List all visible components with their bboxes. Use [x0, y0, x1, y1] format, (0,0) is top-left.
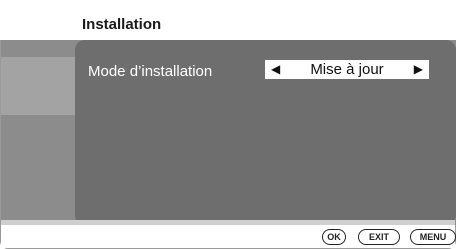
- page-title: Installation: [82, 16, 162, 33]
- header: Installation: [0, 0, 456, 40]
- exit-button[interactable]: EXIT: [358, 229, 400, 245]
- menu-button[interactable]: MENU: [410, 229, 456, 245]
- right-arrow-icon[interactable]: ▶: [414, 60, 423, 79]
- installation-mode-value: Mise à jour: [310, 61, 384, 78]
- installation-mode-label: Mode d’installation: [88, 63, 213, 80]
- installation-mode-selector[interactable]: ◀ Mise à jour ▶: [265, 60, 429, 79]
- ok-button[interactable]: OK: [322, 229, 346, 245]
- left-arrow-icon[interactable]: ◀: [271, 60, 280, 79]
- sidebar-highlight-band: [1, 57, 75, 115]
